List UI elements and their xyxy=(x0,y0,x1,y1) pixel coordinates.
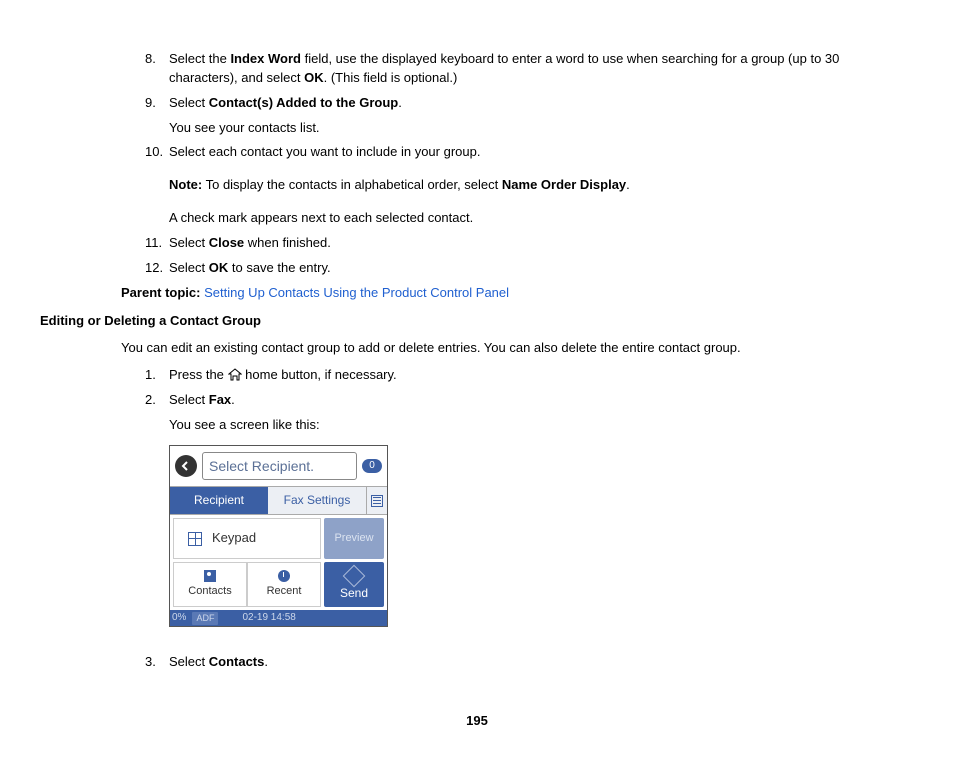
section-intro: You can edit an existing contact group t… xyxy=(121,339,854,358)
step-body: Select the Index Word field, use the dis… xyxy=(169,50,854,88)
step-b1: 1. Press the home button, if necessary. xyxy=(145,366,854,385)
keypad-icon xyxy=(188,532,202,546)
adf-label: ADF xyxy=(192,612,218,625)
step-body: Select Close when finished. xyxy=(169,234,854,253)
fax-screenshot: Select Recipient. 0 Recipient Fax Settin… xyxy=(169,445,388,628)
step-b3: 3. Select Contacts. xyxy=(145,653,854,672)
step-number: 2. xyxy=(145,391,169,647)
recent-button: Recent xyxy=(247,562,321,607)
section-heading: Editing or Deleting a Contact Group xyxy=(40,312,854,331)
send-icon xyxy=(343,564,366,587)
send-button: Send xyxy=(324,562,384,607)
step-number: 12. xyxy=(145,259,169,278)
step-10: 10. Select each contact you want to incl… xyxy=(145,143,854,228)
step-9: 9. Select Contact(s) Added to the Group.… xyxy=(145,94,854,138)
step-8: 8. Select the Index Word field, use the … xyxy=(145,50,854,88)
step-number: 8. xyxy=(145,50,169,88)
step-number: 1. xyxy=(145,366,169,385)
status-bar: 0% ADF 02-19 14:58 xyxy=(170,610,387,626)
preview-button: Preview xyxy=(324,518,384,559)
home-icon xyxy=(228,367,246,382)
contacts-button: Contacts xyxy=(173,562,247,607)
step-b2: 2. Select Fax. You see a screen like thi… xyxy=(145,391,854,647)
datetime-label: 02-19 14:58 xyxy=(242,611,295,626)
step-number: 9. xyxy=(145,94,169,138)
step-11: 11. Select Close when finished. xyxy=(145,234,854,253)
step-body: Select Contact(s) Added to the Group. Yo… xyxy=(169,94,854,138)
clock-icon xyxy=(278,570,290,582)
tab-recipient: Recipient xyxy=(170,487,268,514)
count-badge: 0 xyxy=(362,459,382,473)
step-body: Select each contact you want to include … xyxy=(169,143,854,228)
percent-label: 0% xyxy=(172,611,186,626)
step-subtext: You see your contacts list. xyxy=(169,119,854,138)
parent-topic-link[interactable]: Setting Up Contacts Using the Product Co… xyxy=(204,285,509,300)
step-body: Select Contacts. xyxy=(169,653,854,672)
page-number: 195 xyxy=(40,712,914,731)
recipient-field: Select Recipient. xyxy=(202,452,357,480)
tab-fax-settings: Fax Settings xyxy=(268,487,366,514)
step-12: 12. Select OK to save the entry. xyxy=(145,259,854,278)
parent-topic: Parent topic: Setting Up Contacts Using … xyxy=(121,284,854,303)
note: Note: To display the contacts in alphabe… xyxy=(169,176,854,195)
step-subtext: You see a screen like this: xyxy=(169,416,854,435)
step-number: 11. xyxy=(145,234,169,253)
step-subtext: A check mark appears next to each select… xyxy=(169,209,854,228)
step-body: Press the home button, if necessary. xyxy=(169,366,854,385)
menu-icon xyxy=(366,487,387,514)
step-body: Select Fax. You see a screen like this: … xyxy=(169,391,854,647)
keypad-button: Keypad xyxy=(173,518,321,559)
step-number: 10. xyxy=(145,143,169,228)
back-icon xyxy=(175,455,197,477)
contacts-icon xyxy=(204,570,216,582)
step-body: Select OK to save the entry. xyxy=(169,259,854,278)
step-number: 3. xyxy=(145,653,169,672)
